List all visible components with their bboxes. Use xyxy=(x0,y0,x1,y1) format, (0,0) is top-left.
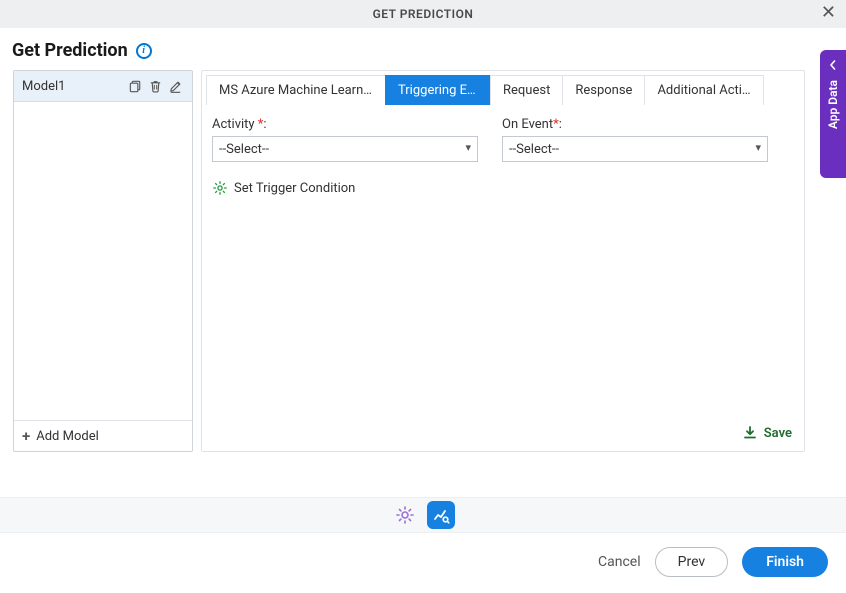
add-model-button[interactable]: + Add Model xyxy=(14,420,192,451)
onevent-select[interactable]: --Select-- xyxy=(502,136,768,162)
page-title: Get Prediction xyxy=(12,40,128,61)
chevron-left-icon xyxy=(828,60,838,70)
edit-icon[interactable] xyxy=(166,77,184,95)
cancel-button[interactable]: Cancel xyxy=(598,554,641,570)
gear-icon xyxy=(212,180,228,196)
save-label: Save xyxy=(764,426,792,441)
config-panel: MS Azure Machine Learning Triggering Eve… xyxy=(201,70,805,452)
models-empty-area xyxy=(14,102,192,420)
finish-button[interactable]: Finish xyxy=(742,547,828,577)
download-icon xyxy=(742,425,758,441)
tab-triggering-events[interactable]: Triggering Events xyxy=(385,75,491,105)
info-icon[interactable]: i xyxy=(136,43,152,59)
app-data-label: App Data xyxy=(826,80,840,129)
tab-response[interactable]: Response xyxy=(562,75,645,105)
save-button[interactable]: Save xyxy=(742,425,792,441)
settings-tool[interactable] xyxy=(391,501,419,529)
add-model-label: Add Model xyxy=(36,429,99,444)
close-icon[interactable]: ✕ xyxy=(821,4,836,22)
tab-additional-actions[interactable]: Additional Actions xyxy=(644,75,764,105)
chart-tool[interactable] xyxy=(427,501,455,529)
tab-body: Activity *: --Select-- On Event*: --Sele… xyxy=(202,105,804,451)
activity-label: Activity *: xyxy=(212,117,478,132)
page-header: Get Prediction i xyxy=(0,28,846,69)
title-bar: GET PREDICTION ✕ xyxy=(0,0,846,28)
app-data-side-tab[interactable]: App Data xyxy=(820,50,846,178)
footer: Cancel Prev Finish xyxy=(0,533,846,577)
model-item[interactable]: Model1 xyxy=(14,71,192,102)
delete-icon[interactable] xyxy=(146,77,164,95)
set-trigger-condition-button[interactable]: Set Trigger Condition xyxy=(212,180,794,196)
model-name: Model1 xyxy=(22,79,124,94)
tab-bar: MS Azure Machine Learning Triggering Eve… xyxy=(202,71,804,105)
plus-icon: + xyxy=(22,427,30,445)
trigger-cond-label: Set Trigger Condition xyxy=(234,181,355,196)
dialog-title: GET PREDICTION xyxy=(0,7,846,21)
onevent-field: On Event*: --Select-- xyxy=(502,117,768,162)
tab-azure-ml[interactable]: MS Azure Machine Learning xyxy=(206,75,386,105)
bottom-toolbar xyxy=(0,497,846,533)
onevent-label: On Event*: xyxy=(502,117,768,132)
field-row: Activity *: --Select-- On Event*: --Sele… xyxy=(212,117,794,162)
prev-button[interactable]: Prev xyxy=(655,547,729,577)
activity-field: Activity *: --Select-- xyxy=(212,117,478,162)
activity-select[interactable]: --Select-- xyxy=(212,136,478,162)
tab-request[interactable]: Request xyxy=(490,75,563,105)
models-panel: Model1 + Add Model xyxy=(13,70,193,452)
workspace: Model1 + Add Model MS Azure Machine Lear… xyxy=(12,69,806,453)
copy-icon[interactable] xyxy=(126,77,144,95)
